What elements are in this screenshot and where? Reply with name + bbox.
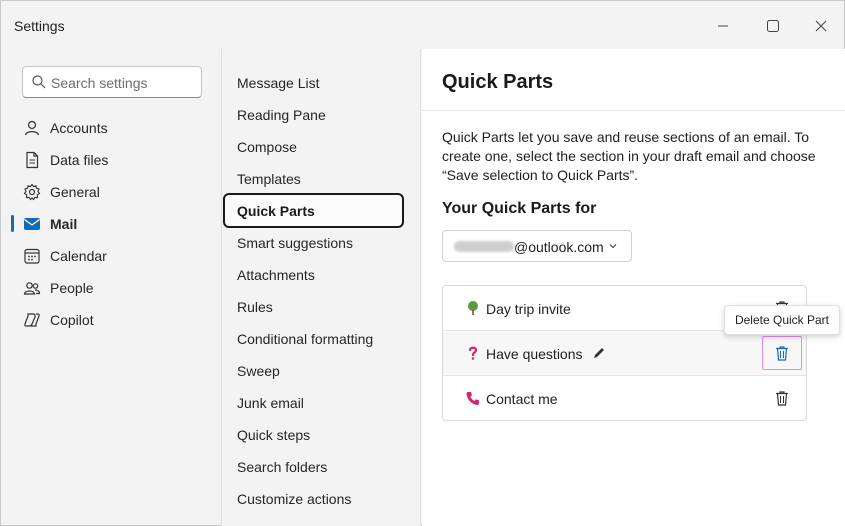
nav-label: Data files (50, 152, 109, 168)
mail-nav-item-conditional-formatting[interactable]: Conditional formatting (222, 323, 422, 355)
mail-nav-label: Quick Parts (237, 203, 315, 219)
mail-nav-item-quick-steps[interactable]: Quick steps (222, 419, 422, 451)
mail-nav-label: Conditional formatting (237, 331, 374, 347)
quick-part-label: Day trip invite (486, 301, 571, 317)
mail-nav-label: Search folders (237, 459, 328, 475)
maximize-button[interactable] (758, 11, 788, 41)
nav-label: Accounts (50, 120, 108, 136)
active-indicator (11, 215, 14, 232)
search-icon (32, 75, 46, 89)
trash-icon[interactable] (773, 344, 791, 362)
calendar-icon (24, 248, 40, 264)
person-icon (24, 120, 40, 136)
mail-nav-label: Smart suggestions (237, 235, 353, 251)
mail-nav-label: Attachments (237, 267, 315, 283)
mail-nav-item-compose[interactable]: Compose (222, 131, 422, 163)
close-icon (815, 20, 827, 32)
mail-settings-nav: Message List Reading Pane Compose Templa… (221, 49, 421, 526)
account-email-suffix: @outlook.com (514, 239, 604, 255)
mail-nav-item-junk-email[interactable]: Junk email (222, 387, 422, 419)
nav-item-data-files[interactable]: Data files (1, 145, 221, 175)
nav-item-calendar[interactable]: Calendar (1, 241, 221, 271)
mail-nav-label: Compose (237, 139, 297, 155)
divider (422, 110, 845, 111)
nav-label: Calendar (50, 248, 107, 264)
copilot-icon (24, 313, 40, 327)
gear-icon (23, 183, 41, 201)
description: Quick Parts let you save and reuse secti… (442, 129, 816, 183)
settings-sidebar: Search settings Accounts Data files Gene… (1, 49, 221, 526)
trash-icon[interactable] (773, 389, 791, 407)
nav-item-copilot[interactable]: Copilot (1, 305, 221, 335)
title-bar: Settings (1, 1, 845, 49)
mail-nav-item-reading-pane[interactable]: Reading Pane (222, 99, 422, 131)
maximize-icon (767, 20, 779, 32)
mail-nav-item-attachments[interactable]: Attachments (222, 259, 422, 291)
mail-nav-label: Quick steps (237, 427, 311, 443)
mail-nav-item-smart-suggestions[interactable]: Smart suggestions (222, 227, 422, 259)
nav-item-mail[interactable]: Mail (1, 209, 221, 239)
mail-nav-item-templates[interactable]: Templates (222, 163, 422, 195)
people-icon (23, 282, 41, 295)
pencil-icon[interactable] (592, 346, 606, 360)
nav-label: People (50, 280, 94, 296)
mail-nav-label: Message List (237, 75, 320, 91)
mail-nav-label: Customize actions (237, 491, 352, 507)
nav-label: Mail (50, 216, 78, 232)
mail-nav-item-rules[interactable]: Rules (222, 291, 422, 323)
mail-nav-label: Junk email (237, 395, 304, 411)
mail-nav-item-quick-parts[interactable]: Quick Parts (223, 193, 404, 228)
mail-nav-label: Rules (237, 299, 273, 315)
nav-item-people[interactable]: People (1, 273, 221, 303)
quick-part-label: Have questions (486, 346, 583, 362)
nav-item-accounts[interactable]: Accounts (1, 113, 221, 143)
window-title: Settings (14, 18, 65, 34)
search-input[interactable]: Search settings (22, 66, 202, 98)
minimize-icon (718, 25, 728, 27)
mail-nav-item-message-list[interactable]: Message List (222, 67, 422, 99)
page-title: Quick Parts (442, 71, 554, 93)
nav-label: Copilot (50, 312, 94, 328)
mail-nav-item-search-folders[interactable]: Search folders (222, 451, 422, 483)
phone-icon (465, 390, 481, 406)
section-heading: Your Quick Parts for (442, 200, 597, 217)
quick-part-label: Contact me (486, 391, 558, 407)
question-mark-icon (465, 345, 481, 361)
mail-nav-label: Reading Pane (237, 107, 326, 123)
mail-nav-label: Templates (237, 171, 301, 187)
mail-nav-label: Sweep (237, 363, 280, 379)
nav-item-general[interactable]: General (1, 177, 221, 207)
quick-part-row[interactable]: Contact me (443, 376, 806, 421)
tree-icon (465, 300, 481, 316)
account-dropdown[interactable]: @outlook.com (442, 230, 632, 262)
delete-tooltip: Delete Quick Part (724, 305, 840, 335)
mail-icon (24, 218, 40, 230)
mail-nav-item-customize-actions[interactable]: Customize actions (222, 483, 422, 515)
chevron-down-icon (609, 244, 617, 249)
close-button[interactable] (806, 11, 836, 41)
nav-label: General (50, 184, 100, 200)
document-icon (26, 151, 39, 169)
quick-parts-pane: Quick Parts Quick Parts let you save and… (422, 49, 845, 526)
quick-part-row[interactable]: Have questions (443, 331, 806, 376)
redacted-username (454, 241, 514, 252)
settings-window: Settings Search settings Accounts Data f… (0, 0, 845, 526)
mail-nav-item-sweep[interactable]: Sweep (222, 355, 422, 387)
search-placeholder: Search settings (51, 75, 148, 91)
minimize-button[interactable] (708, 11, 738, 41)
